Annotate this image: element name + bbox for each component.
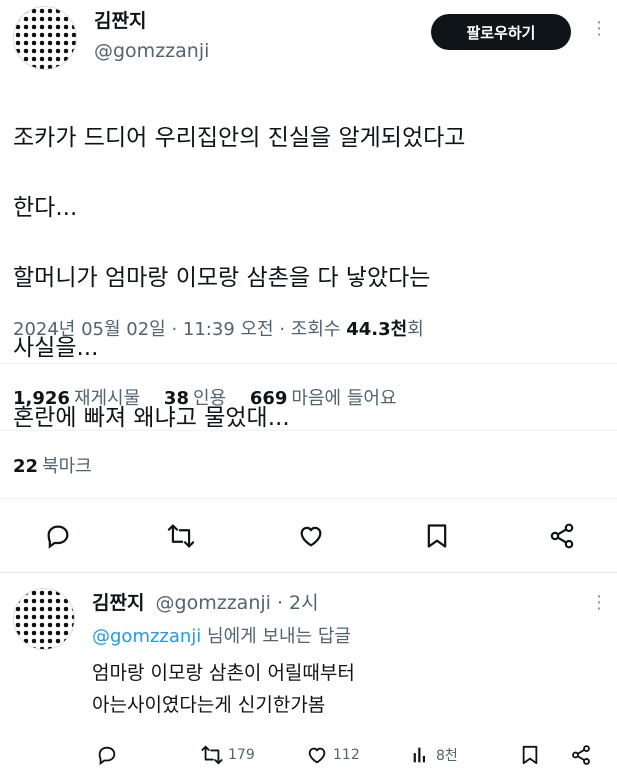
replying-suffix: 님에게 보내는 답글	[201, 626, 351, 647]
body-line: 할머니가 엄마랑 이모랑 삼촌을 다 낳았다는	[13, 265, 431, 291]
divider	[0, 498, 617, 499]
bookmark-icon[interactable]	[424, 522, 450, 550]
replying-to: @gomzzanji 님에게 보내는 답글	[92, 622, 351, 648]
retweet-icon[interactable]	[166, 522, 196, 550]
avatar[interactable]	[13, 6, 77, 70]
timestamp-row: 2024년 05월 02일 · 11:39 오전 · 조회수 44.3천회	[13, 315, 424, 341]
reply-retweet-button[interactable]: 179	[200, 744, 255, 766]
replying-mention[interactable]: @gomzzanji	[92, 626, 201, 647]
views-count: 44.3천	[346, 319, 408, 340]
like-icon	[305, 744, 329, 766]
reply-avatar[interactable]	[13, 588, 75, 650]
handle[interactable]: @gomzzanji	[94, 40, 209, 62]
more-icon[interactable]: ⋮	[590, 20, 608, 38]
views-suffix: 회	[407, 319, 424, 340]
reply-share-icon[interactable]	[570, 744, 592, 766]
reply-line: 아는사이였다는게 신기한가봄	[92, 694, 326, 716]
reply-display-name[interactable]: 김짠지	[92, 592, 144, 614]
body-line: 조카가 드디어 우리집안의 진실을 알게되었다고	[13, 125, 466, 151]
bookmark-stat[interactable]: 22 북마크	[13, 452, 92, 478]
reply-line: 엄마랑 이모랑 삼촌이 어릴때부터	[92, 662, 355, 684]
body-line: 한다...	[13, 195, 78, 221]
reply-like-count: 112	[333, 747, 360, 763]
follow-button[interactable]: 팔로우하기	[431, 14, 571, 50]
stats-row: 1,926 재게시물 38 인용 669 마음에 들어요	[13, 384, 397, 410]
like-icon[interactable]	[296, 522, 326, 550]
divider	[0, 430, 617, 431]
reply-views-button[interactable]: 8천	[410, 744, 458, 766]
reply-retweet-count: 179	[228, 747, 255, 763]
like-stat[interactable]: 669 마음에 들어요	[250, 388, 397, 409]
share-icon[interactable]	[548, 522, 576, 550]
divider	[0, 363, 617, 364]
divider	[0, 572, 617, 573]
reply-body: 엄마랑 이모랑 삼촌이 어릴때부터 아는사이였다는게 신기한가봄	[92, 657, 355, 721]
retweet-stat[interactable]: 1,926 재게시물	[13, 388, 140, 409]
timestamp[interactable]: 2024년 05월 02일 · 11:39 오전 · 조회수	[13, 319, 340, 340]
quote-stat[interactable]: 38 인용	[164, 388, 226, 409]
retweet-icon	[200, 744, 224, 766]
display-name[interactable]: 김짠지	[94, 6, 146, 33]
reply-bookmark-icon[interactable]	[520, 744, 540, 766]
tweet-body: 조카가 드디어 우리집안의 진실을 알게되었다고 한다... 할머니가 엄마랑 …	[13, 86, 613, 471]
reply-icon[interactable]	[44, 522, 72, 550]
reply-more-icon[interactable]: ⋮	[590, 594, 608, 612]
reply-reply-icon[interactable]	[96, 744, 118, 766]
reply-views-count: 8천	[436, 748, 458, 764]
reply-header: 김짠지 @gomzzanji · 2시	[92, 588, 319, 615]
reply-handle-time[interactable]: @gomzzanji · 2시	[156, 592, 319, 614]
views-icon	[410, 744, 432, 766]
reply-like-button[interactable]: 112	[305, 744, 360, 766]
